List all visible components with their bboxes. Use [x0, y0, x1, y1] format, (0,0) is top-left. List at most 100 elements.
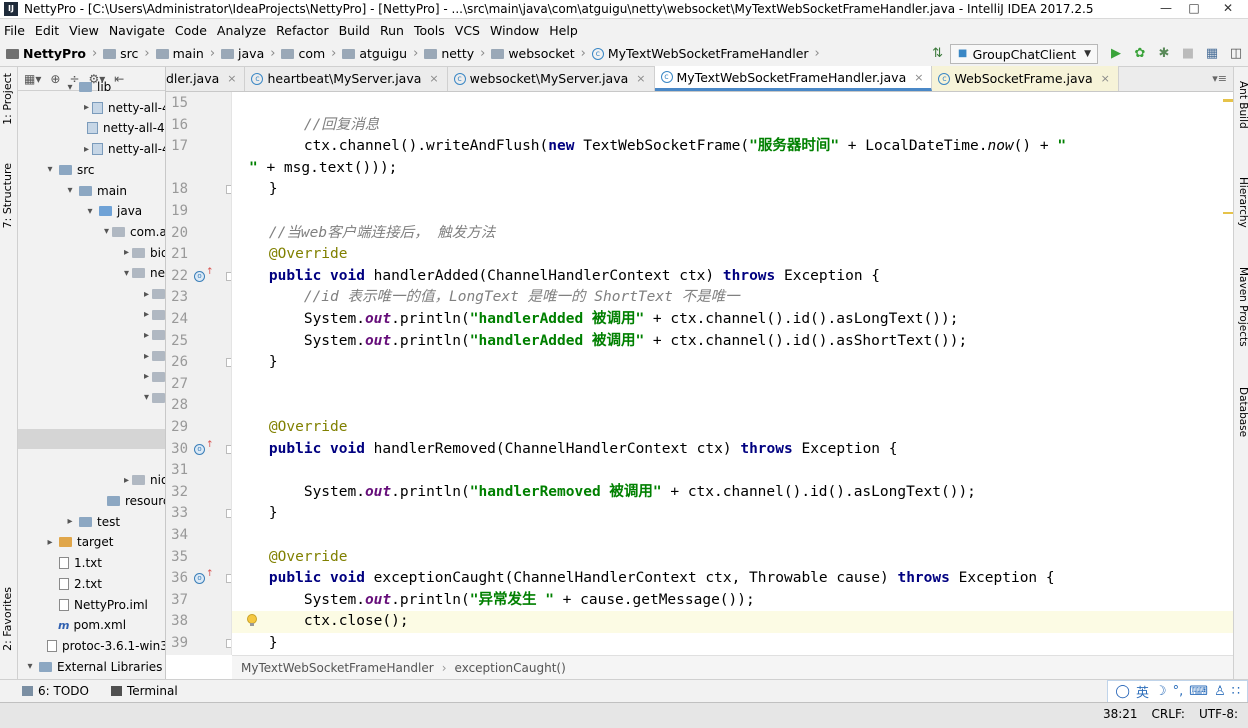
- expand-arrow-icon[interactable]: ▾: [64, 185, 76, 196]
- menu-item-window[interactable]: Window: [486, 23, 545, 38]
- collapse-arrow-icon[interactable]: ▸: [64, 516, 76, 527]
- tree-item[interactable]: [18, 450, 165, 470]
- method-crumb[interactable]: exceptionCaught(): [455, 661, 566, 675]
- collapse-arrow-icon[interactable]: ▸: [84, 102, 89, 113]
- tree-item[interactable]: ▾ netty: [18, 263, 165, 283]
- close-tab-icon[interactable]: ×: [636, 72, 645, 85]
- code-editor[interactable]: //回复消息 ctx.channel().writeAndFlush(new T…: [232, 92, 1233, 655]
- terminal-tool-tab[interactable]: Terminal: [110, 684, 178, 698]
- breadcrumb-item[interactable]: atguigu ›: [342, 46, 418, 61]
- tree-item[interactable]: [18, 428, 165, 449]
- collapse-arrow-icon[interactable]: ▸: [144, 289, 149, 300]
- todo-tool-tab[interactable]: 6: TODO: [22, 684, 89, 698]
- editor-tab[interactable]: c MyTextWebSocketFrameHandler.java ×: [654, 66, 933, 91]
- menu-item-help[interactable]: Help: [545, 23, 584, 38]
- menu-item-run[interactable]: Run: [376, 23, 410, 38]
- tree-item[interactable]: ▸h: [18, 346, 165, 366]
- tree-item[interactable]: [18, 408, 165, 428]
- collapse-arrow-icon[interactable]: ▸: [44, 537, 56, 548]
- expand-arrow-icon[interactable]: ▾: [24, 661, 36, 672]
- run-icon[interactable]: ▶: [1107, 45, 1125, 63]
- project-structure-icon[interactable]: ▦: [1203, 45, 1221, 63]
- run-configuration-dropdown[interactable]: ■ GroupChatClient ▼: [949, 44, 1098, 64]
- class-crumb[interactable]: MyTextWebSocketFrameHandler: [241, 661, 434, 675]
- tree-item[interactable]: ▸ bio: [18, 243, 165, 263]
- breadcrumb-item[interactable]: com ›: [281, 46, 336, 61]
- tree-item[interactable]: ▾w: [18, 388, 165, 408]
- menu-item-build[interactable]: Build: [335, 23, 376, 38]
- editor-tab[interactable]: dler.java ×: [166, 66, 246, 91]
- line-separator[interactable]: CRLF:: [1152, 707, 1185, 721]
- breadcrumb-item[interactable]: websocket ›: [491, 46, 586, 61]
- ime-toolbar[interactable]: ◯ 英 ☽ °, ⌨ ♙ ∷: [1107, 680, 1248, 703]
- breadcrumb-item[interactable]: NettyPro ›: [6, 46, 97, 61]
- file-encoding[interactable]: UTF-8:: [1199, 707, 1238, 721]
- tree-item[interactable]: ▸g: [18, 305, 165, 325]
- ant-build-tool-tab[interactable]: Ant Build: [1235, 81, 1248, 129]
- close-tab-icon[interactable]: ×: [429, 72, 438, 85]
- build-icon[interactable]: ⇅: [929, 45, 947, 63]
- collapse-arrow-icon[interactable]: ▸: [144, 371, 149, 382]
- editor-tab[interactable]: c websocket\MyServer.java ×: [448, 66, 655, 91]
- menu-item-view[interactable]: View: [65, 23, 105, 38]
- expand-arrow-icon[interactable]: ▾: [44, 164, 56, 175]
- override-icon[interactable]: o: [194, 443, 205, 455]
- tree-item[interactable]: ▾ src: [18, 160, 165, 180]
- caret-position[interactable]: 38:21: [1103, 707, 1138, 721]
- lightbulb-icon[interactable]: [246, 614, 258, 628]
- expand-arrow-icon[interactable]: ▾: [124, 268, 129, 279]
- editor-tab[interactable]: c heartbeat\MyServer.java ×: [245, 66, 448, 91]
- tree-item[interactable]: ▸ netty-all-4.1.20: [18, 139, 165, 159]
- menu-item-vcs[interactable]: VCS: [451, 23, 486, 38]
- warning-marker[interactable]: [1223, 99, 1233, 102]
- menu-item-edit[interactable]: Edit: [31, 23, 65, 38]
- menu-item-refactor[interactable]: Refactor: [272, 23, 334, 38]
- collapse-arrow-icon[interactable]: ▸: [124, 247, 129, 258]
- coverage-icon[interactable]: ✱: [1155, 45, 1173, 63]
- tree-item[interactable]: ▸ target: [18, 532, 165, 552]
- menu-item-navigate[interactable]: Navigate: [105, 23, 171, 38]
- project-tool-tab[interactable]: 1: Project: [1, 73, 17, 125]
- tree-item[interactable]: netty-all-4.1.20: [18, 118, 165, 138]
- tree-item[interactable]: ▾ com.atguigu: [18, 222, 165, 242]
- tree-item[interactable]: ▾ External Libraries: [18, 657, 165, 677]
- tree-item[interactable]: protoc-3.6.1-win3: [18, 636, 165, 656]
- breadcrumb-item[interactable]: main ›: [155, 46, 215, 61]
- minimize-button[interactable]: —: [1152, 0, 1180, 19]
- close-button[interactable]: ✕: [1208, 0, 1248, 19]
- menu-item-analyze[interactable]: Analyze: [213, 23, 272, 38]
- tree-item[interactable]: ▸ test: [18, 512, 165, 532]
- override-icon[interactable]: o: [194, 270, 205, 282]
- menu-item-file[interactable]: File: [0, 23, 31, 38]
- tree-item[interactable]: ▾ main: [18, 181, 165, 201]
- tree-item[interactable]: ▸ netty-all-4.1.20: [18, 98, 165, 118]
- hierarchy-tool-tab[interactable]: Hierarchy: [1235, 177, 1248, 228]
- debug-icon[interactable]: ✿: [1131, 45, 1149, 63]
- tree-item[interactable]: NettyPro.iml: [18, 595, 165, 615]
- override-icon[interactable]: o: [194, 573, 205, 585]
- tree-item[interactable]: ▾ java: [18, 201, 165, 221]
- close-tab-icon[interactable]: ×: [1101, 72, 1110, 85]
- close-tab-icon[interactable]: ×: [914, 71, 923, 84]
- expand-arrow-icon[interactable]: ▾: [64, 82, 76, 93]
- expand-arrow-icon[interactable]: ▾: [104, 226, 109, 237]
- tree-item[interactable]: ▸b: [18, 284, 165, 304]
- stop-icon[interactable]: ■: [1179, 45, 1197, 63]
- collapse-arrow-icon[interactable]: ▸: [144, 309, 149, 320]
- structure-tool-tab[interactable]: 7: Structure: [1, 163, 17, 228]
- maven-projects-tool-tab[interactable]: Maven Projects: [1235, 267, 1248, 347]
- breadcrumb-item[interactable]: src ›: [103, 46, 150, 61]
- menu-item-tools[interactable]: Tools: [410, 23, 451, 38]
- tree-item[interactable]: m pom.xml: [18, 615, 165, 635]
- sdk-icon[interactable]: ◫: [1227, 45, 1245, 63]
- highlight-marker[interactable]: [1223, 212, 1233, 214]
- tree-item[interactable]: resources: [18, 491, 165, 511]
- breadcrumb-item[interactable]: c MyTextWebSocketFrameHandler ›: [591, 46, 820, 61]
- breadcrumb-item[interactable]: netty ›: [424, 46, 485, 61]
- expand-arrow-icon[interactable]: ▾: [84, 206, 96, 217]
- tab-list-icon[interactable]: ▾≡: [1212, 72, 1227, 85]
- database-tool-tab[interactable]: Database: [1235, 387, 1248, 437]
- maximize-button[interactable]: □: [1180, 0, 1208, 19]
- tree-item[interactable]: ▸s: [18, 367, 165, 387]
- tree-item[interactable]: 1.txt: [18, 553, 165, 573]
